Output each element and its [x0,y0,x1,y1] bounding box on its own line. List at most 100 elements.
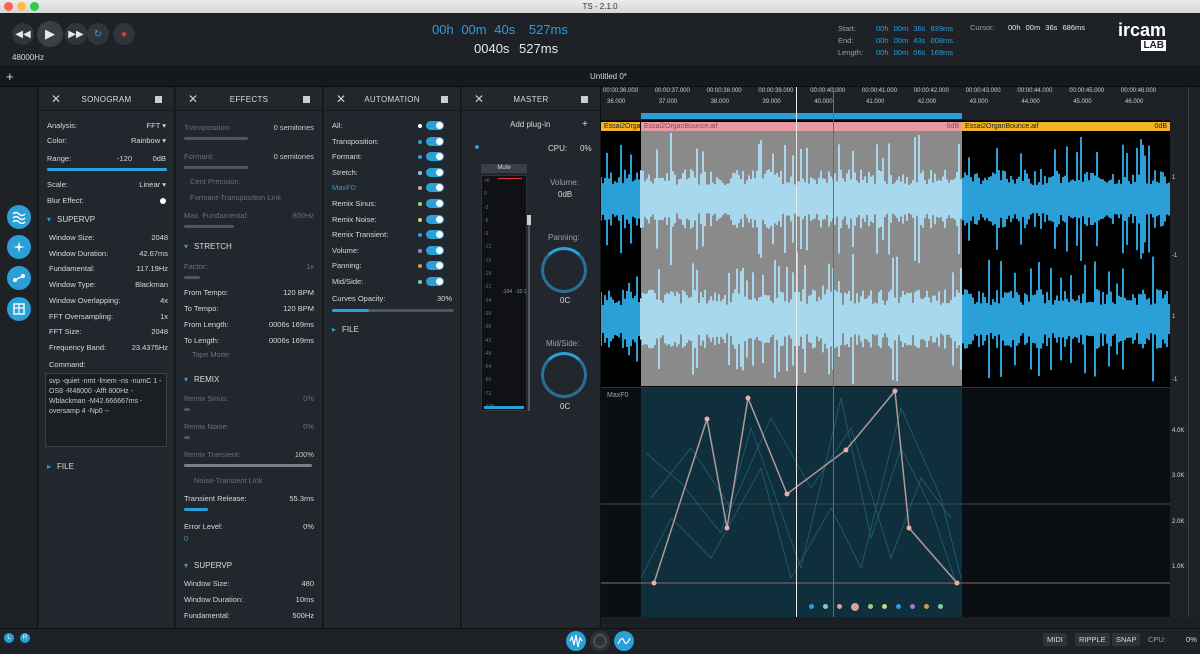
playhead-line[interactable] [796,87,797,617]
play-button[interactable]: ▶ [37,21,63,47]
loop-button[interactable]: ↻ [87,23,109,45]
remix-transient-slider[interactable] [184,464,312,467]
automation-item[interactable]: Remix Sinus: [332,198,452,210]
right-channel-button[interactable]: R [20,633,30,643]
fast-forward-button[interactable]: ▶▶ [65,23,87,45]
automation-item[interactable]: All: [332,120,452,132]
automation-toggle[interactable] [426,152,444,162]
effects-supervp-section-header[interactable]: ▾ SUPERVP [184,561,232,570]
remix-section-header[interactable]: ▾ REMIX [184,375,219,384]
automation-item[interactable]: Stretch: [332,167,452,179]
snap-button[interactable]: SNAP [1112,633,1141,646]
formant-slider[interactable] [184,166,248,169]
from-tempo-value[interactable]: 120 BPM [283,287,314,299]
master-panel-button[interactable] [7,297,31,321]
fundamental-value[interactable]: 500Hz [292,610,314,622]
waveform-view-button[interactable] [566,631,586,651]
automation-toggle[interactable] [426,261,444,271]
remix-sinus-slider[interactable] [184,408,190,411]
color-select[interactable]: Rainbow ▾ [131,135,166,147]
supervp-param-row[interactable]: Fundamental: 117.19Hz [49,263,168,275]
param-value[interactable]: 2048 [151,326,168,338]
waveform[interactable] [601,131,1170,386]
rewind-button[interactable]: ◀◀ [12,23,34,45]
automation-toggle[interactable] [426,167,444,177]
transposition-slider[interactable] [184,137,248,140]
length-value[interactable]: 00h 00m 06s 169ms [876,47,953,59]
automation-item[interactable]: MaxF0: [332,182,452,194]
scale-select[interactable]: Linear ▾ [139,179,166,191]
param-value[interactable]: 2048 [151,232,168,244]
ripple-button[interactable]: RIPPLE [1075,633,1110,646]
automation-toggle[interactable] [426,183,444,193]
automation-lane[interactable]: MaxF0 [601,387,1170,617]
automation-view-button[interactable] [614,631,634,651]
window-size-value[interactable]: 480 [301,578,314,590]
range-slider[interactable] [47,168,167,171]
supervp-param-row[interactable]: Window Size: 2048 [49,232,168,244]
automation-toggle[interactable] [426,199,444,208]
curves-opacity-slider[interactable] [332,309,454,312]
automation-item[interactable]: Panning: [332,260,452,272]
volume-fader-handle[interactable] [527,215,531,225]
tab-untitled[interactable]: Untitled 0* [590,72,627,81]
automation-item[interactable]: Remix Transient: [332,229,452,241]
remix-noise-slider[interactable] [184,436,190,439]
param-value[interactable]: 1x [160,311,168,323]
clip-header-right[interactable]: Essai2OrganBounce.aif 0dB [962,122,1170,131]
end-value[interactable]: 00h 00m 43s 008ms [876,35,953,47]
selection-range-bar[interactable] [641,113,962,119]
automation-toggle[interactable] [426,214,444,224]
zoom-window-button[interactable] [30,2,39,11]
from-length-value[interactable]: 0006s 169ms [269,319,314,331]
close-window-button[interactable] [4,2,13,11]
automation-toggle[interactable] [426,277,444,286]
midside-knob[interactable] [541,352,587,398]
factor-slider[interactable] [184,276,200,279]
supervp-param-row[interactable]: Window Type: Blackman [49,279,168,291]
formant-link-checkbox[interactable]: Formant-Transposition Link [190,192,314,204]
clip-header-selected[interactable]: Essai2OrganBounce.aif 0dB [641,122,962,131]
to-tempo-value[interactable]: 120 BPM [283,303,314,315]
automation-item[interactable]: Mid/Side: [332,276,452,288]
automation-toggle[interactable] [426,245,444,255]
transient-release-slider[interactable] [184,508,208,511]
sonogram-panel-button[interactable] [7,205,31,229]
cursor-line[interactable] [833,87,834,617]
automation-item[interactable]: Volume: [332,245,452,257]
param-value[interactable]: Blackman [135,279,168,291]
start-value[interactable]: 00h 00m 36s 839ms [876,23,953,35]
file-section-header[interactable]: ▸ FILE [47,462,74,471]
automation-file-section-header[interactable]: ▸ FILE [332,325,359,334]
add-plugin-icon[interactable]: + [582,119,588,130]
detach-panel-icon[interactable] [155,96,162,103]
supervp-section-header[interactable]: ▾ SUPERVP [47,215,95,224]
record-button[interactable]: ● [113,23,135,45]
supervp-param-row[interactable]: Window Duration: 42.67ms [49,248,168,260]
param-value[interactable]: 23.4375Hz [132,342,168,354]
automation-toggle[interactable] [426,136,444,146]
automation-dots[interactable] [809,603,943,611]
volume-fader-track[interactable] [528,215,530,411]
command-textarea[interactable]: svp -quiet -nmt -lmem -ns -numC 1 -OS8 -… [45,373,167,447]
automation-toggle[interactable] [426,121,444,130]
automation-panel-button[interactable] [7,266,31,290]
sonogram-view-button[interactable] [590,631,610,651]
noise-transient-link-checkbox[interactable]: Noise-Transient Link [194,475,314,487]
audio-editor[interactable]: 00:00:36.000 36.000 00:00:37.000 37.000 00:0… [601,87,1170,617]
effects-panel-button[interactable] [7,235,31,259]
window-duration-value[interactable]: 10ms [296,594,314,606]
param-value[interactable]: 42.67ms [139,248,168,260]
supervp-param-row[interactable]: Frequency Band: 23.4375Hz [49,342,168,354]
left-channel-button[interactable]: L [4,633,14,643]
stretch-section-header[interactable]: ▾ STRETCH [184,242,232,251]
clip-header-left[interactable]: Essai2Orga [601,122,640,131]
tape-mode-checkbox[interactable]: Tape Mode [192,349,314,361]
automation-item[interactable]: Formant: [332,151,452,163]
supervp-param-row[interactable]: FFT Oversampling: 1x [49,311,168,323]
param-value[interactable]: 4x [160,295,168,307]
detach-panel-icon[interactable] [441,96,448,103]
add-plugin-button[interactable]: Add plug-in [510,120,550,129]
param-value[interactable]: 117.19Hz [136,263,168,275]
mute-button[interactable]: Mute [481,164,527,173]
